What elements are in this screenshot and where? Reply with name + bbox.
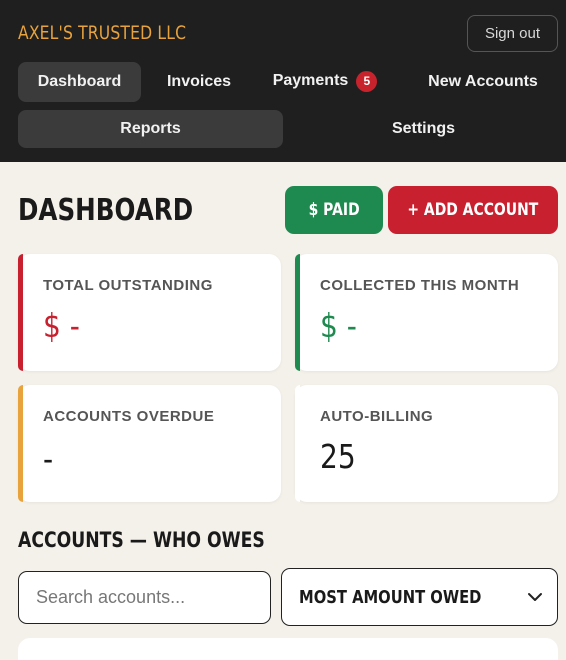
stat-value: $ -	[43, 306, 80, 345]
card-accent-bar	[18, 385, 23, 502]
add-account-button[interactable]: + ADD ACCOUNT	[388, 186, 558, 234]
tab-label: Dashboard	[37, 73, 122, 90]
brand-logo: AXEL'S TRUSTED LLC	[18, 22, 187, 44]
stat-card-total-outstanding: TOTAL OUTSTANDING $ -	[18, 254, 281, 371]
tab-label: Reports	[120, 120, 181, 137]
sort-select-value: MOST AMOUNT OWED	[299, 586, 482, 608]
stat-label: AUTO-BILLING	[320, 408, 434, 425]
tab-invoices[interactable]: Invoices	[151, 62, 247, 102]
stat-value: $ -	[320, 306, 357, 345]
tab-payments[interactable]: Payments 5	[262, 61, 388, 101]
search-input[interactable]	[18, 571, 271, 624]
stat-label: ACCOUNTS OVERDUE	[43, 408, 215, 425]
tab-new-accounts[interactable]: New Accounts	[413, 62, 553, 102]
tab-dashboard[interactable]: Dashboard	[18, 62, 141, 102]
notification-badge: 5	[356, 70, 378, 92]
tab-settings[interactable]: Settings	[291, 110, 556, 148]
tab-label: Settings	[391, 120, 456, 137]
card-accent-bar	[18, 254, 23, 371]
add-account-button-label: + ADD ACCOUNT	[407, 200, 539, 220]
stat-value: 25	[320, 437, 356, 476]
stat-label: TOTAL OUTSTANDING	[43, 277, 213, 294]
top-bar: AXEL'S TRUSTED LLC Sign out Dashboard In…	[0, 0, 566, 162]
card-accent-bar	[295, 385, 300, 502]
card-accent-bar	[295, 254, 300, 371]
page-title: DASHBOARD	[18, 193, 194, 228]
tab-label: Invoices	[166, 73, 232, 90]
tab-label: Payments	[272, 72, 349, 89]
section-title: ACCOUNTS — WHO OWES	[18, 528, 265, 552]
stat-card-auto-billing: AUTO-BILLING 25	[295, 385, 558, 502]
tab-reports[interactable]: Reports	[18, 110, 283, 148]
stat-card-accounts-overdue: ACCOUNTS OVERDUE -	[18, 385, 281, 502]
stat-label: COLLECTED THIS MONTH	[320, 277, 520, 294]
tab-label: New Accounts	[428, 73, 538, 90]
sort-select[interactable]: MOST AMOUNT OWED	[281, 568, 558, 626]
chevron-down-icon	[528, 593, 542, 601]
stat-value: -	[43, 439, 54, 478]
paid-button-label: $ PAID	[308, 200, 360, 220]
stat-card-collected-this-month: COLLECTED THIS MONTH $ -	[295, 254, 558, 371]
paid-button[interactable]: $ PAID	[285, 186, 383, 234]
sign-out-button[interactable]: Sign out	[467, 15, 558, 52]
accounts-list	[18, 638, 558, 660]
